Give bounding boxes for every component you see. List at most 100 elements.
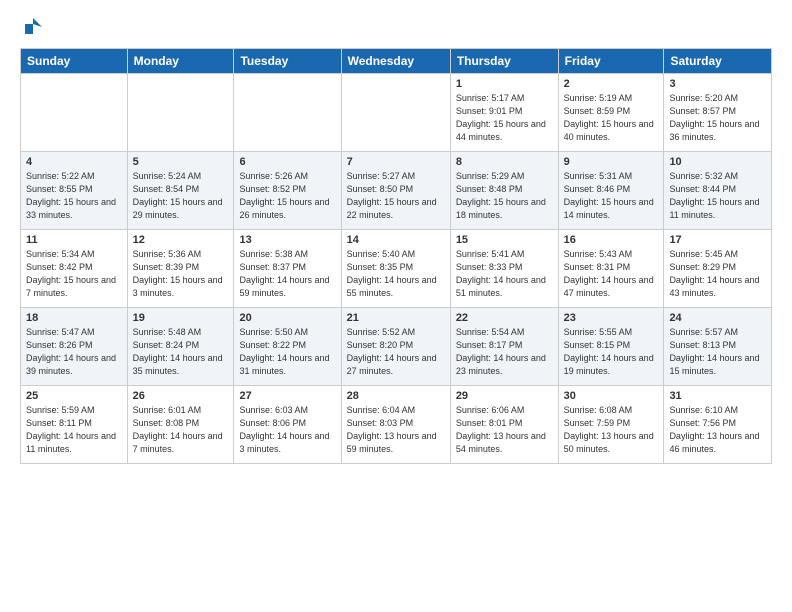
day-number: 5 (133, 156, 229, 168)
cell-sunrise: Sunrise: 6:04 AMSunset: 8:03 PMDaylight:… (347, 405, 437, 454)
cell-sunrise: Sunrise: 5:54 AMSunset: 8:17 PMDaylight:… (456, 327, 546, 376)
day-number: 3 (669, 78, 766, 90)
col-saturday: Saturday (664, 49, 772, 74)
day-number: 18 (26, 312, 122, 324)
cell-sunrise: Sunrise: 5:32 AMSunset: 8:44 PMDaylight:… (669, 171, 759, 220)
day-number: 2 (564, 78, 659, 90)
cell-sunrise: Sunrise: 6:01 AMSunset: 8:08 PMDaylight:… (133, 405, 223, 454)
cell-sunrise: Sunrise: 5:40 AMSunset: 8:35 PMDaylight:… (347, 249, 437, 298)
day-number: 13 (239, 234, 335, 246)
cell-sunrise: Sunrise: 5:31 AMSunset: 8:46 PMDaylight:… (564, 171, 654, 220)
cell-sunrise: Sunrise: 5:55 AMSunset: 8:15 PMDaylight:… (564, 327, 654, 376)
day-number: 28 (347, 390, 445, 402)
table-row: 5 Sunrise: 5:24 AMSunset: 8:54 PMDayligh… (127, 152, 234, 230)
table-row: 29 Sunrise: 6:06 AMSunset: 8:01 PMDaylig… (450, 386, 558, 464)
cell-sunrise: Sunrise: 6:03 AMSunset: 8:06 PMDaylight:… (239, 405, 329, 454)
cell-sunrise: Sunrise: 5:27 AMSunset: 8:50 PMDaylight:… (347, 171, 437, 220)
day-number: 1 (456, 78, 553, 90)
table-row: 7 Sunrise: 5:27 AMSunset: 8:50 PMDayligh… (341, 152, 450, 230)
col-wednesday: Wednesday (341, 49, 450, 74)
table-row: 25 Sunrise: 5:59 AMSunset: 8:11 PMDaylig… (21, 386, 128, 464)
cell-sunrise: Sunrise: 5:52 AMSunset: 8:20 PMDaylight:… (347, 327, 437, 376)
table-row: 16 Sunrise: 5:43 AMSunset: 8:31 PMDaylig… (558, 230, 664, 308)
table-row: 12 Sunrise: 5:36 AMSunset: 8:39 PMDaylig… (127, 230, 234, 308)
calendar-week-row: 11 Sunrise: 5:34 AMSunset: 8:42 PMDaylig… (21, 230, 772, 308)
col-thursday: Thursday (450, 49, 558, 74)
calendar-header-row: Sunday Monday Tuesday Wednesday Thursday… (21, 49, 772, 74)
day-number: 10 (669, 156, 766, 168)
cell-sunrise: Sunrise: 5:47 AMSunset: 8:26 PMDaylight:… (26, 327, 116, 376)
cell-sunrise: Sunrise: 5:43 AMSunset: 8:31 PMDaylight:… (564, 249, 654, 298)
table-row: 4 Sunrise: 5:22 AMSunset: 8:55 PMDayligh… (21, 152, 128, 230)
day-number: 14 (347, 234, 445, 246)
logo-icon (22, 16, 44, 38)
cell-sunrise: Sunrise: 5:17 AMSunset: 9:01 PMDaylight:… (456, 93, 546, 142)
table-row: 19 Sunrise: 5:48 AMSunset: 8:24 PMDaylig… (127, 308, 234, 386)
table-row: 22 Sunrise: 5:54 AMSunset: 8:17 PMDaylig… (450, 308, 558, 386)
cell-sunrise: Sunrise: 5:29 AMSunset: 8:48 PMDaylight:… (456, 171, 546, 220)
day-number: 20 (239, 312, 335, 324)
col-sunday: Sunday (21, 49, 128, 74)
day-number: 19 (133, 312, 229, 324)
table-row: 6 Sunrise: 5:26 AMSunset: 8:52 PMDayligh… (234, 152, 341, 230)
table-row: 21 Sunrise: 5:52 AMSunset: 8:20 PMDaylig… (341, 308, 450, 386)
day-number: 27 (239, 390, 335, 402)
cell-sunrise: Sunrise: 5:19 AMSunset: 8:59 PMDaylight:… (564, 93, 654, 142)
day-number: 23 (564, 312, 659, 324)
table-row: 27 Sunrise: 6:03 AMSunset: 8:06 PMDaylig… (234, 386, 341, 464)
table-row: 2 Sunrise: 5:19 AMSunset: 8:59 PMDayligh… (558, 74, 664, 152)
calendar-week-row: 1 Sunrise: 5:17 AMSunset: 9:01 PMDayligh… (21, 74, 772, 152)
day-number: 12 (133, 234, 229, 246)
page: Sunday Monday Tuesday Wednesday Thursday… (0, 0, 792, 476)
table-row (234, 74, 341, 152)
cell-sunrise: Sunrise: 5:24 AMSunset: 8:54 PMDaylight:… (133, 171, 223, 220)
cell-sunrise: Sunrise: 5:38 AMSunset: 8:37 PMDaylight:… (239, 249, 329, 298)
calendar-week-row: 25 Sunrise: 5:59 AMSunset: 8:11 PMDaylig… (21, 386, 772, 464)
cell-sunrise: Sunrise: 5:34 AMSunset: 8:42 PMDaylight:… (26, 249, 116, 298)
table-row: 13 Sunrise: 5:38 AMSunset: 8:37 PMDaylig… (234, 230, 341, 308)
day-number: 22 (456, 312, 553, 324)
cell-sunrise: Sunrise: 5:57 AMSunset: 8:13 PMDaylight:… (669, 327, 759, 376)
table-row: 10 Sunrise: 5:32 AMSunset: 8:44 PMDaylig… (664, 152, 772, 230)
day-number: 21 (347, 312, 445, 324)
table-row: 28 Sunrise: 6:04 AMSunset: 8:03 PMDaylig… (341, 386, 450, 464)
table-row: 3 Sunrise: 5:20 AMSunset: 8:57 PMDayligh… (664, 74, 772, 152)
table-row: 8 Sunrise: 5:29 AMSunset: 8:48 PMDayligh… (450, 152, 558, 230)
cell-sunrise: Sunrise: 5:50 AMSunset: 8:22 PMDaylight:… (239, 327, 329, 376)
cell-sunrise: Sunrise: 5:20 AMSunset: 8:57 PMDaylight:… (669, 93, 759, 142)
cell-sunrise: Sunrise: 6:08 AMSunset: 7:59 PMDaylight:… (564, 405, 654, 454)
day-number: 25 (26, 390, 122, 402)
calendar-table: Sunday Monday Tuesday Wednesday Thursday… (20, 48, 772, 464)
table-row: 30 Sunrise: 6:08 AMSunset: 7:59 PMDaylig… (558, 386, 664, 464)
calendar-week-row: 4 Sunrise: 5:22 AMSunset: 8:55 PMDayligh… (21, 152, 772, 230)
cell-sunrise: Sunrise: 5:59 AMSunset: 8:11 PMDaylight:… (26, 405, 116, 454)
table-row: 17 Sunrise: 5:45 AMSunset: 8:29 PMDaylig… (664, 230, 772, 308)
table-row: 23 Sunrise: 5:55 AMSunset: 8:15 PMDaylig… (558, 308, 664, 386)
day-number: 6 (239, 156, 335, 168)
cell-sunrise: Sunrise: 5:48 AMSunset: 8:24 PMDaylight:… (133, 327, 223, 376)
table-row: 24 Sunrise: 5:57 AMSunset: 8:13 PMDaylig… (664, 308, 772, 386)
logo (20, 16, 44, 38)
day-number: 17 (669, 234, 766, 246)
table-row: 11 Sunrise: 5:34 AMSunset: 8:42 PMDaylig… (21, 230, 128, 308)
day-number: 4 (26, 156, 122, 168)
cell-sunrise: Sunrise: 5:45 AMSunset: 8:29 PMDaylight:… (669, 249, 759, 298)
header (20, 16, 772, 38)
day-number: 24 (669, 312, 766, 324)
table-row: 31 Sunrise: 6:10 AMSunset: 7:56 PMDaylig… (664, 386, 772, 464)
day-number: 15 (456, 234, 553, 246)
col-tuesday: Tuesday (234, 49, 341, 74)
cell-sunrise: Sunrise: 5:41 AMSunset: 8:33 PMDaylight:… (456, 249, 546, 298)
table-row: 15 Sunrise: 5:41 AMSunset: 8:33 PMDaylig… (450, 230, 558, 308)
table-row (21, 74, 128, 152)
day-number: 26 (133, 390, 229, 402)
cell-sunrise: Sunrise: 6:10 AMSunset: 7:56 PMDaylight:… (669, 405, 759, 454)
cell-sunrise: Sunrise: 5:26 AMSunset: 8:52 PMDaylight:… (239, 171, 329, 220)
table-row (341, 74, 450, 152)
day-number: 31 (669, 390, 766, 402)
day-number: 16 (564, 234, 659, 246)
table-row: 9 Sunrise: 5:31 AMSunset: 8:46 PMDayligh… (558, 152, 664, 230)
table-row: 20 Sunrise: 5:50 AMSunset: 8:22 PMDaylig… (234, 308, 341, 386)
day-number: 30 (564, 390, 659, 402)
calendar-week-row: 18 Sunrise: 5:47 AMSunset: 8:26 PMDaylig… (21, 308, 772, 386)
